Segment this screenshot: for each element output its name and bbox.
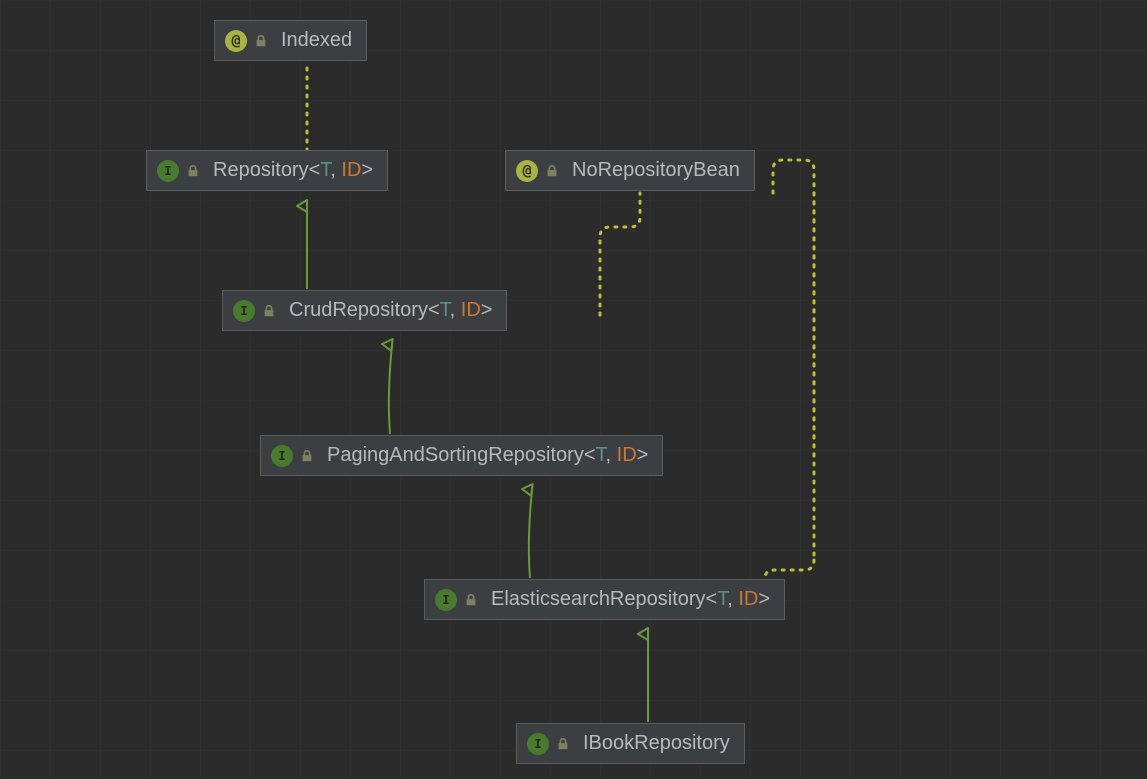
lock-icon [556,737,570,751]
node-norepositorybean[interactable]: @ NoRepositoryBean [505,150,755,191]
interface-icon: I [157,160,179,182]
node-elasticsearchrepository[interactable]: I ElasticsearchRepository<T, ID> [424,579,785,620]
lock-icon [545,164,559,178]
node-label: Repository<T, ID> [213,159,373,182]
lock-icon [254,34,268,48]
node-label: IBookRepository [583,732,730,755]
node-label: PagingAndSortingRepository<T, ID> [327,444,648,467]
node-label: ElasticsearchRepository<T, ID> [491,588,770,611]
annotation-icon: @ [516,160,538,182]
node-indexed[interactable]: @ Indexed [214,20,367,61]
node-ibookrepository[interactable]: I IBookRepository [516,723,745,764]
lock-icon [300,449,314,463]
background-grid [0,0,1147,779]
node-repository[interactable]: I Repository<T, ID> [146,150,388,191]
node-crudrepository[interactable]: I CrudRepository<T, ID> [222,290,507,331]
node-label: Indexed [281,29,352,52]
interface-icon: I [233,300,255,322]
lock-icon [464,593,478,607]
lock-icon [186,164,200,178]
lock-icon [262,304,276,318]
interface-icon: I [527,733,549,755]
node-label: CrudRepository<T, ID> [289,299,492,322]
node-label: NoRepositoryBean [572,159,740,182]
interface-icon: I [435,589,457,611]
annotation-icon: @ [225,30,247,52]
node-pagingandsortingrepository[interactable]: I PagingAndSortingRepository<T, ID> [260,435,663,476]
diagram-connectors [0,0,1147,779]
interface-icon: I [271,445,293,467]
